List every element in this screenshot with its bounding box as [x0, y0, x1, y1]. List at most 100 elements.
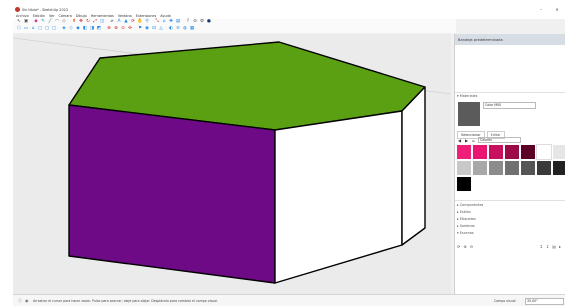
menu-dibujo[interactable]: Dibujo: [76, 14, 87, 18]
color-swatch[interactable]: [489, 161, 503, 175]
menu-edicion[interactable]: Edición: [33, 14, 45, 18]
color-swatch[interactable]: [457, 145, 471, 159]
front-left-face[interactable]: [68, 104, 276, 284]
arc-icon[interactable]: ◠: [54, 20, 60, 26]
iso-view-icon[interactable]: ⬡: [16, 27, 22, 33]
front-view-icon[interactable]: ⌂: [30, 27, 36, 33]
paint-icon[interactable]: ▲: [123, 20, 129, 26]
look-around-icon[interactable]: ◉: [144, 27, 150, 33]
left-view-icon[interactable]: ▢: [51, 27, 57, 33]
orbit-icon[interactable]: ⟳: [130, 20, 136, 26]
color-swatch[interactable]: [521, 145, 535, 159]
material-name-field[interactable]: Color M00: [483, 102, 536, 109]
shape-icon[interactable]: ◇: [61, 20, 67, 26]
move-up-icon[interactable]: ↥: [539, 244, 542, 249]
monochrome-icon[interactable]: ◩: [96, 27, 102, 33]
add-icon[interactable]: ⊕: [463, 244, 466, 249]
collection-select[interactable]: Colores: [478, 137, 521, 143]
text-icon[interactable]: A: [116, 20, 122, 26]
warehouse-icon[interactable]: ⌂: [161, 20, 167, 26]
xray-icon[interactable]: ◈: [61, 27, 67, 33]
section-escenas[interactable]: ▾ Escenas: [457, 231, 474, 235]
color-swatch[interactable]: [489, 145, 503, 159]
color-swatch[interactable]: [505, 145, 519, 159]
rotate-icon[interactable]: ↻: [85, 20, 91, 26]
eraser-icon[interactable]: ◆: [33, 20, 39, 26]
move-down-icon[interactable]: ↧: [546, 244, 549, 249]
textured-icon[interactable]: ◨: [89, 27, 95, 33]
tape-icon[interactable]: ⌀: [109, 20, 115, 26]
section-plane-icon[interactable]: ⊕: [106, 27, 112, 33]
wireframe-icon[interactable]: ◇: [68, 27, 74, 33]
right-view-icon[interactable]: ▢: [37, 27, 43, 33]
side-end-face[interactable]: [401, 86, 426, 246]
shaded-icon[interactable]: ◧: [82, 27, 88, 33]
color-swatch[interactable]: [536, 144, 552, 160]
component-icon[interactable]: ▣: [23, 20, 29, 26]
menu-extensiones[interactable]: Extensiones: [136, 14, 157, 18]
help-icon[interactable]: ?: [185, 20, 191, 26]
color-swatch[interactable]: [457, 177, 471, 191]
section-fill-icon[interactable]: ⊙: [120, 27, 126, 33]
forward-icon[interactable]: ▶: [464, 138, 469, 143]
position-camera-icon[interactable]: ⊡: [151, 27, 157, 33]
section-estilos[interactable]: ▸ Estilos: [457, 210, 471, 214]
shadows-icon[interactable]: ◐: [168, 27, 174, 33]
color-swatch[interactable]: [505, 161, 519, 175]
hidden-line-icon[interactable]: ◆: [75, 27, 81, 33]
drawing-area[interactable]: [13, 34, 451, 294]
measurements-field[interactable]: 35,00°: [525, 297, 564, 305]
section-sombras[interactable]: ▸ Sombras: [457, 224, 475, 228]
zoom-icon[interactable]: ⚲: [144, 20, 150, 26]
color-swatch[interactable]: [473, 145, 487, 159]
menu-herramientas[interactable]: Herramientas: [91, 14, 114, 18]
styles-icon[interactable]: ◍: [182, 27, 188, 33]
color-swatch[interactable]: [553, 145, 565, 159]
push-pull-icon[interactable]: ⬆: [71, 20, 77, 26]
menu-camara[interactable]: Cámara: [59, 14, 72, 18]
color-swatch[interactable]: [553, 161, 565, 175]
clip-icon[interactable]: ⊘: [192, 20, 198, 26]
minimize-button[interactable]: –: [536, 7, 546, 12]
remove-icon[interactable]: ⊖: [470, 244, 473, 249]
view-options-icon[interactable]: ▤: [552, 244, 556, 249]
menu-ver[interactable]: Ver: [49, 14, 55, 18]
user-status-icon[interactable]: ◉: [25, 298, 29, 303]
zoom-extents-icon[interactable]: ⤡: [154, 20, 160, 26]
sandbox-icon[interactable]: ◬: [158, 27, 164, 33]
refresh-icon[interactable]: ⟳: [457, 244, 460, 249]
line-icon[interactable]: ╱: [47, 20, 53, 26]
menu-ayuda[interactable]: Ayuda: [160, 14, 170, 18]
menu-ventana[interactable]: Ventana: [118, 14, 132, 18]
color-swatch[interactable]: [457, 161, 471, 175]
settings-icon[interactable]: ⚙: [199, 20, 205, 26]
select-icon[interactable]: ↖: [16, 20, 22, 26]
menu-archivo[interactable]: Archivo: [16, 14, 29, 18]
details-icon[interactable]: ▸: [559, 244, 561, 249]
materials-header[interactable]: ▾ Materiales: [457, 94, 477, 98]
walk-icon[interactable]: ⚑: [137, 27, 143, 33]
back-icon[interactable]: ◀: [457, 138, 462, 143]
axes-icon[interactable]: ✣: [127, 27, 133, 33]
color-swatch[interactable]: [537, 161, 551, 175]
extension-icon[interactable]: ✚: [168, 20, 174, 26]
section-cut-icon[interactable]: ⊗: [113, 27, 119, 33]
fog-icon[interactable]: ≋: [175, 27, 181, 33]
user-icon[interactable]: ●: [206, 20, 212, 26]
top-view-icon[interactable]: ▭: [23, 27, 29, 33]
color-swatch[interactable]: [521, 161, 535, 175]
pan-icon[interactable]: ✋: [137, 20, 143, 26]
section-componentes[interactable]: ▸ Componentes: [457, 203, 483, 207]
front-right-face[interactable]: [274, 110, 403, 284]
pencil-icon[interactable]: ✎: [40, 20, 46, 26]
color-swatch[interactable]: [473, 161, 487, 175]
scenes-icon[interactable]: ▦: [189, 27, 195, 33]
home-icon[interactable]: ⌂: [471, 138, 476, 143]
section-etiquetas[interactable]: ▸ Etiquetas: [457, 217, 476, 221]
offset-icon[interactable]: ◫: [99, 20, 105, 26]
close-button[interactable]: ✕: [552, 7, 562, 12]
layout-icon[interactable]: ▤: [175, 20, 181, 26]
scale-icon[interactable]: ⤢: [92, 20, 98, 26]
info-icon[interactable]: ⓘ: [18, 298, 22, 304]
back-view-icon[interactable]: ▢: [44, 27, 50, 33]
